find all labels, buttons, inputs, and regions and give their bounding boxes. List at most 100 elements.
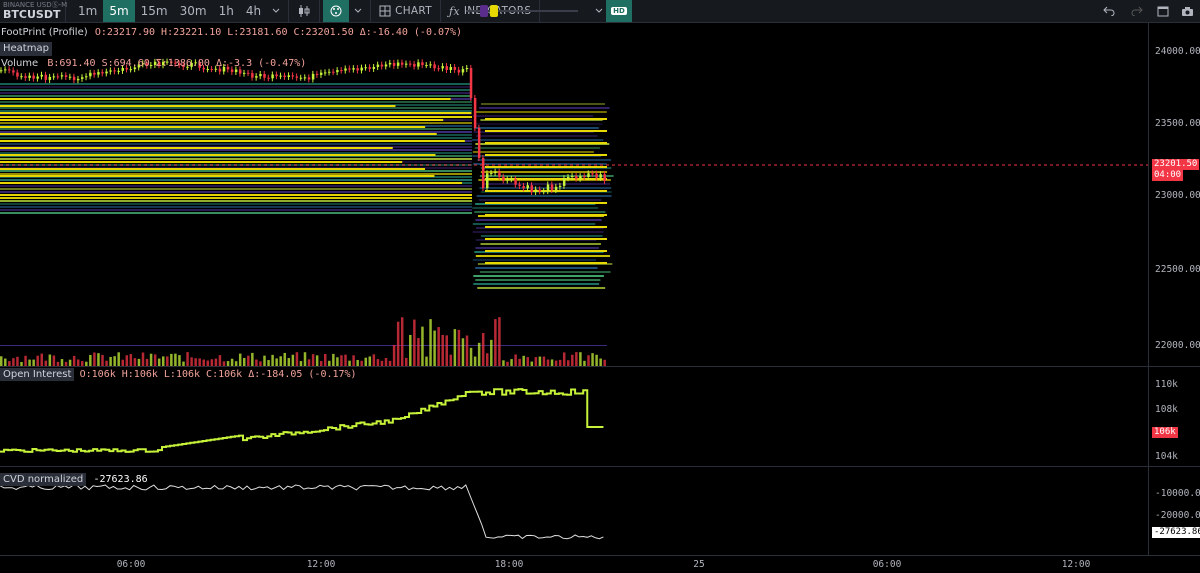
candle-body [36, 76, 39, 79]
volume-bar [425, 356, 428, 366]
candle-body [299, 77, 303, 79]
cvd-axis[interactable]: -10000.00 -20000.00 [1148, 467, 1200, 555]
candle-body [89, 72, 92, 77]
volume-bar [101, 354, 104, 366]
timeframe-1m[interactable]: 1m [72, 0, 103, 22]
volume-bar [295, 352, 299, 366]
fullscreen-button[interactable] [1152, 0, 1174, 22]
candle-body [595, 173, 598, 178]
price-tick: 23500.00 [1155, 118, 1200, 129]
drawing-dropdown[interactable] [349, 0, 367, 22]
slider-handle-low[interactable] [480, 5, 488, 17]
oi-axis[interactable]: 110k 108k 104k [1148, 367, 1200, 466]
oi-ohlc: O:106k H:106k L:106k C:106k Δ:-184.05 (-… [79, 369, 357, 380]
camera-icon [1181, 6, 1193, 16]
timeframe-30m[interactable]: 30m [174, 0, 213, 22]
open-interest-chart[interactable] [0, 367, 1148, 466]
timeframe-5m[interactable]: 5m [103, 0, 135, 22]
volume-bar [170, 353, 173, 366]
timeframe-15m[interactable]: 15m [135, 0, 174, 22]
candle-body [567, 176, 570, 179]
heatmap-band [0, 137, 472, 139]
heatmap-band [480, 243, 601, 245]
price-heatmap-chart[interactable] [0, 23, 1148, 366]
volume-bar [595, 354, 598, 366]
chart-type-button[interactable] [292, 0, 316, 22]
heatmap-band [0, 194, 472, 196]
footprint-title[interactable]: FootPrint (Profile) [1, 27, 88, 38]
timeframe-4h[interactable]: 4h [240, 0, 267, 22]
candle-body [441, 66, 444, 69]
candle-body [437, 68, 440, 70]
volume-bar [36, 355, 39, 366]
chart-settings-button[interactable]: CHART [374, 0, 437, 22]
heatmap-band [475, 279, 601, 281]
price-tick: 24000.00 [1155, 46, 1200, 57]
volume-bar [129, 354, 133, 366]
volume-bar [352, 355, 355, 366]
heatmap-range-slider[interactable] [466, 4, 578, 18]
candle-body [263, 74, 266, 78]
slider-handle-high[interactable] [490, 5, 498, 17]
heatmap-band [485, 166, 607, 168]
candle-body [319, 72, 323, 75]
candle-body [554, 186, 558, 190]
chevron-down-icon [272, 8, 280, 13]
timeframe-dropdown[interactable] [267, 0, 285, 22]
candle-body [522, 185, 525, 189]
volume-bar [364, 357, 367, 366]
symbol-selector[interactable]: BINANCE USDⓈ-M BTCUSDT [0, 0, 67, 22]
candle-body [465, 68, 469, 70]
oi-title[interactable]: Open Interest [0, 368, 75, 381]
screenshot-button[interactable] [1176, 0, 1198, 22]
volume-bar [174, 353, 177, 366]
oi-tick: 104k [1155, 451, 1178, 462]
toolbar-divider [439, 0, 441, 22]
hd-toggle[interactable]: HD [606, 0, 632, 22]
heatmap-band [0, 158, 472, 160]
volume-bar [433, 330, 436, 366]
cvd-chart[interactable] [0, 467, 1148, 555]
time-axis[interactable]: 06:00 12:00 18:00 25 06:00 12:00 [0, 555, 1200, 573]
candle-body [247, 72, 250, 74]
volume-bar [332, 353, 335, 366]
heatmap-band [0, 119, 444, 121]
candle-body [352, 68, 355, 70]
volume-bar [562, 352, 566, 366]
volume-title[interactable]: Volume [1, 58, 38, 69]
volume-legend: Volume B:691.40 S:694.60 Σ:1386.00 Δ:-3.… [1, 58, 306, 70]
candle-body [332, 71, 335, 73]
heatmap-band [0, 191, 472, 193]
candle-body [76, 78, 80, 81]
volume-bar [324, 354, 327, 366]
candle-body [603, 174, 606, 181]
time-tick: 06:00 [116, 559, 146, 570]
volume-bar [263, 355, 266, 366]
redo-button[interactable] [1126, 0, 1148, 22]
candle-body [81, 77, 84, 79]
cvd-last-badge: -27623.86 [1152, 527, 1200, 538]
heatmap-band [485, 142, 607, 144]
volume-bar [275, 358, 278, 366]
volume-bar [303, 352, 307, 366]
heatmap-label[interactable]: Heatmap [0, 42, 52, 56]
heatmap-band [0, 101, 472, 103]
undo-button[interactable] [1098, 0, 1120, 22]
heatmap-band [474, 127, 599, 129]
price-axis[interactable]: 24000.00 23500.00 23000.00 22500.00 2200… [1148, 23, 1200, 366]
volume-bar [340, 355, 343, 366]
volume-bar [441, 334, 444, 366]
timeframe-1h[interactable]: 1h [213, 0, 240, 22]
candle-body [550, 184, 554, 190]
heatmap-band [0, 345, 607, 346]
candle-body [457, 69, 461, 73]
heatmap-band [480, 103, 605, 105]
cvd-title[interactable]: CVD normalized [0, 473, 87, 486]
heatmap-band [0, 83, 472, 85]
drawing-tool-button[interactable] [323, 0, 350, 22]
heatmap-band [0, 147, 393, 149]
candle-body [583, 176, 586, 178]
candle-body [518, 184, 521, 186]
heatmap-band [473, 283, 600, 285]
candle-body [105, 71, 108, 74]
